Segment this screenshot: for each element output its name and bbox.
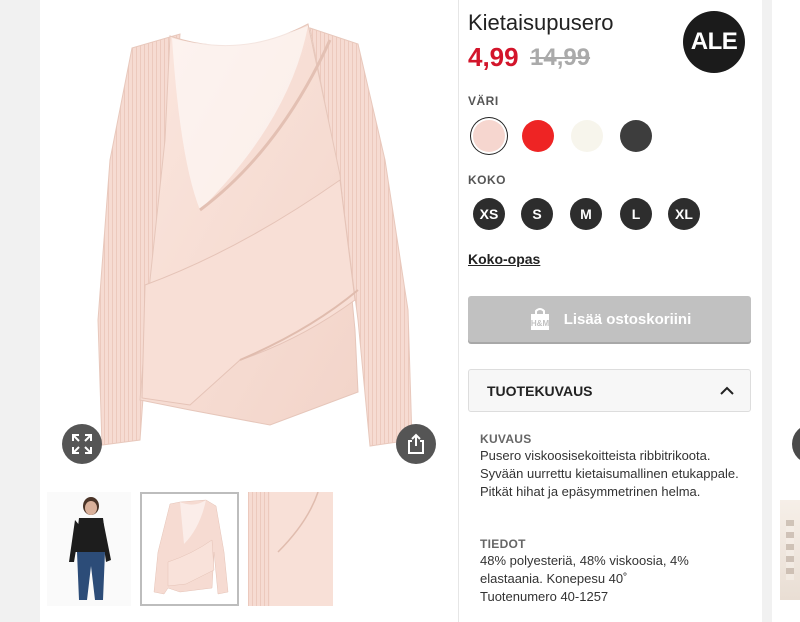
add-to-cart-label: Lisää ostoskoriini <box>563 310 692 328</box>
product-description-accordion[interactable]: TUOTEKUVAUS <box>468 369 751 412</box>
sale-badge: ALE <box>683 11 745 73</box>
description-text: Pusero viskoosisekoitteista ribbitrikoot… <box>480 448 739 499</box>
fullscreen-button[interactable] <box>62 424 102 464</box>
shopping-bag-icon: H&M <box>528 307 552 331</box>
front-thumbnail-image <box>140 492 239 606</box>
color-swatch-light-pink[interactable] <box>473 120 505 152</box>
size-s-button[interactable]: S <box>521 198 553 230</box>
details-text: 48% polyesteriä, 48% viskoosia, 4% elast… <box>480 553 689 586</box>
thumbnail-model[interactable] <box>47 492 131 606</box>
size-label: KOKO <box>468 173 506 187</box>
color-swatch-red[interactable] <box>522 120 554 152</box>
add-to-cart-button[interactable]: H&M Lisää ostoskoriini <box>468 296 751 342</box>
main-product-image[interactable] <box>40 0 458 478</box>
model-thumbnail-image <box>47 492 131 606</box>
sale-price: 4,99 <box>468 42 519 72</box>
size-l-button[interactable]: L <box>620 198 652 230</box>
share-button[interactable] <box>396 424 436 464</box>
size-guide-link[interactable]: Koko-opas <box>468 251 540 267</box>
bag-logo-text: H&M <box>531 319 550 328</box>
thumbnail-detail[interactable] <box>248 492 333 606</box>
size-xs-button[interactable]: XS <box>473 198 505 230</box>
color-label: VÄRI <box>468 94 499 108</box>
product-title: Kietaisupusero <box>468 10 614 35</box>
detail-thumbnail-image <box>248 492 333 606</box>
chevron-up-icon <box>720 384 734 398</box>
expand-icon <box>72 434 92 454</box>
next-product-image[interactable] <box>780 500 800 600</box>
description-label: KUVAUS <box>480 432 532 446</box>
details-label: TIEDOT <box>480 537 526 551</box>
size-m-button[interactable]: M <box>570 198 602 230</box>
column-divider <box>458 0 459 622</box>
product-number: Tuotenumero 40-1257 <box>480 589 609 604</box>
share-icon <box>408 433 424 454</box>
accordion-title: TUOTEKUVAUS <box>487 382 593 399</box>
color-swatch-dark-grey[interactable] <box>620 120 652 152</box>
color-swatch-off-white[interactable] <box>571 120 603 152</box>
thumbnail-front[interactable] <box>140 492 239 606</box>
size-xl-button[interactable]: XL <box>668 198 700 230</box>
sweater-illustration <box>40 0 458 478</box>
original-price: 14,99 <box>530 44 591 71</box>
